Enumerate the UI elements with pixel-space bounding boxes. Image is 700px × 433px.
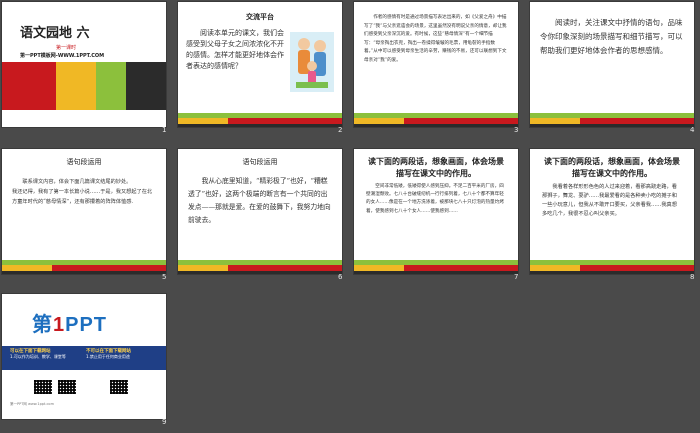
slide-title: 交流平台	[246, 13, 274, 21]
slide-number: 4	[690, 126, 695, 134]
band-right-text: 1.禁止用于任何商业用途	[86, 354, 130, 359]
family-illustration-icon	[290, 32, 334, 92]
slide-3-thumbnail[interactable]: 作者的感情有时是通过场景描写表达出来的，如《父爱之舟》中描写了“我”与父亲逛庙会…	[354, 2, 518, 127]
qr-code-icon	[110, 380, 128, 394]
slide-footer-stripe	[2, 260, 166, 274]
slide-9-thumbnail[interactable]: 第1PPT 可以在下面下载网站 1.可以作为培训、教学、课堂等 不可以在下面下载…	[2, 294, 166, 419]
slide-7-thumbnail[interactable]: 读下面的两段话，想象画面，体会场景描写在课文中的作用。 空间非常低矮，低矮得使人…	[354, 149, 518, 274]
slide-body-text: 作者的感情有时是通过场景描写表达出来的，如《父爱之舟》中描写了“我”与父亲逛庙会…	[364, 15, 507, 63]
slide-number: 2	[338, 126, 343, 134]
slide-body-text: 我看着各样形形色色的人过来迎着，看那高跷走路，看那狮子，舞龙、耍驴……我最爱看的…	[542, 184, 677, 217]
slide-heading: 读下面的两段话，想象画面，体会场景描写在课文中的作用。	[544, 156, 680, 178]
decorative-color-bars	[2, 62, 166, 110]
slide-title: 语句段运用	[242, 158, 278, 166]
qr-code-icon	[34, 380, 52, 394]
slide-number: 7	[514, 273, 519, 281]
brand-logo: 第1PPT	[32, 314, 108, 336]
band-left-text: 1.可以作为培训、教学、课堂等	[10, 354, 66, 359]
slide-footer-stripe	[354, 113, 518, 127]
slide-heading: 读下面的两段话，想象画面，体会场景描写在课文中的作用。	[368, 156, 504, 178]
qr-code-icon	[58, 380, 76, 394]
slide-number: 1	[162, 126, 167, 134]
small-footer-text: 第一PPT网 www.1ppt.com	[10, 402, 54, 406]
slide-1-thumbnail[interactable]: 语文园地 六 第一课时 第一PPT模板网-WWW.1PPT.COM	[2, 2, 166, 127]
info-band: 可以在下面下载网站 1.可以作为培训、教学、课堂等 不可以在下面下载网站 1.禁…	[2, 346, 166, 370]
slide-title: 语文园地 六	[20, 26, 90, 41]
slide-footer-stripe	[530, 260, 694, 274]
logo-area: 第1PPT	[2, 294, 166, 346]
slide-footer-text: 第一PPT模板网-WWW.1PPT.COM	[20, 53, 105, 59]
slide-number: 8	[690, 273, 695, 281]
slide-body-text: 联系课文内容，体会下面几篇课文结尾的妙处。 我还记得，我有了第一本长篇小说……于…	[12, 179, 153, 205]
slide-footer-stripe	[178, 260, 342, 274]
slide-body-text: 我从心底里知道，“精彩极了”也好，“糟糕透了”也好，这两个极端的断言有一个共同的…	[188, 177, 331, 224]
slide-subtitle: 第一课时	[56, 45, 77, 51]
slide-6-thumbnail[interactable]: 语句段运用 我从心底里知道，“精彩极了”也好，“糟糕透了”也好，这两个极端的断言…	[178, 149, 342, 274]
slide-number: 3	[514, 126, 519, 134]
slide-2-thumbnail[interactable]: 交流平台 阅读本单元的课文，我们会感受到父母子女之间浓浓化不开的感情。怎样才能更…	[178, 2, 342, 127]
slide-body-text: 空间非常低矮，低矮得使人感到压抑。不足二百平米的厂房，四壁潮湿颓败。七八十台破缝…	[366, 184, 504, 214]
slide-body-text: 阅读时，关注课文中抒情的语句，品味令你印象深刻的场景描写和细节描写，可以帮助我们…	[540, 18, 683, 55]
slide-number: 9	[162, 418, 167, 426]
slide-number: 5	[162, 273, 167, 281]
slide-title: 语句段运用	[66, 158, 102, 166]
slide-footer-stripe	[178, 113, 342, 127]
slide-footer-stripe	[530, 113, 694, 127]
slide-4-thumbnail[interactable]: 阅读时，关注课文中抒情的语句，品味令你印象深刻的场景描写和细节描写，可以帮助我们…	[530, 2, 694, 127]
slide-body-text: 阅读本单元的课文，我们会感受到父母子女之间浓浓化不开的感情。怎样才能更好地体会作…	[186, 29, 284, 70]
slide-5-thumbnail[interactable]: 语句段运用 联系课文内容，体会下面几篇课文结尾的妙处。 我还记得，我有了第一本长…	[2, 149, 166, 274]
slide-footer-stripe	[354, 260, 518, 274]
slide-8-thumbnail[interactable]: 读下面的两段话，想象画面，体会场景描写在课文中的作用。 我看着各样形形色色的人过…	[530, 149, 694, 274]
slide-number: 6	[338, 273, 343, 281]
